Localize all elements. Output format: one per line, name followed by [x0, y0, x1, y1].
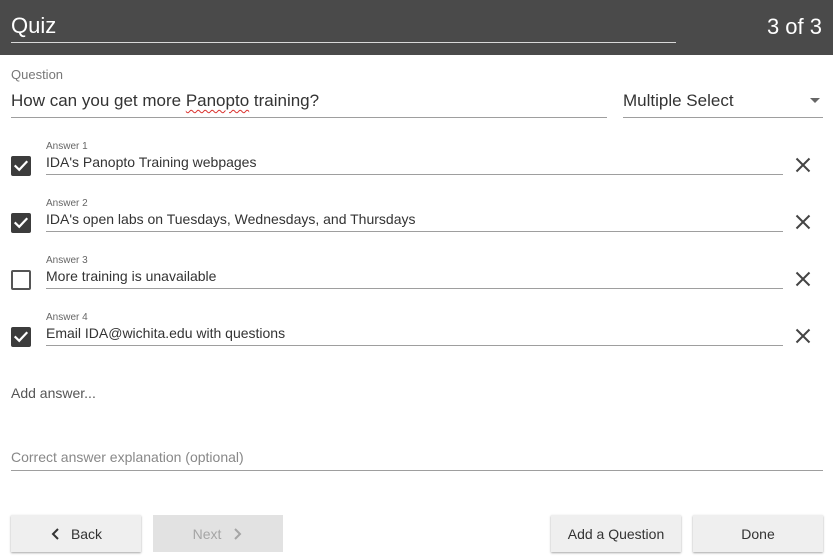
answer-4-checkbox[interactable] [11, 327, 31, 347]
question-type-select[interactable]: Multiple Select [623, 86, 823, 118]
caret-down-icon [810, 98, 820, 103]
answer-4-label: Answer 4 [46, 312, 88, 323]
answer-1-text[interactable]: IDA's Panopto Training webpages [46, 154, 256, 170]
done-button[interactable]: Done [693, 515, 823, 552]
question-label: Question [11, 67, 64, 82]
answer-2-label: Answer 2 [46, 198, 88, 209]
answer-3-text[interactable]: More training is unavailable [46, 268, 216, 284]
answer-2-input[interactable]: IDA's open labs on Tuesdays, Wednesdays,… [46, 209, 783, 232]
explanation-input[interactable]: Correct answer explanation (optional) [11, 446, 823, 471]
close-icon[interactable] [794, 327, 812, 345]
chevron-right-icon [234, 527, 242, 540]
answer-3-label: Answer 3 [46, 255, 88, 266]
answer-row-1: Answer 1 IDA's Panopto Training webpages [0, 141, 833, 198]
question-text[interactable]: How can you get more Panopto training? [11, 91, 319, 111]
answer-row-2: Answer 2 IDA's open labs on Tuesdays, We… [0, 198, 833, 255]
back-button[interactable]: Back [11, 515, 141, 552]
answer-3-checkbox[interactable] [11, 270, 31, 290]
question-counter: 3 of 3 [766, 14, 822, 39]
check-icon [14, 160, 28, 172]
add-question-button-label: Add a Question [567, 525, 665, 542]
answer-1-label: Answer 1 [46, 141, 88, 152]
quiz-header: Quiz 3 of 3 [0, 0, 833, 55]
next-button[interactable]: Next [153, 515, 283, 552]
quiz-title-field[interactable]: Quiz [11, 9, 676, 43]
close-icon[interactable] [794, 270, 812, 288]
done-button-label: Done [741, 525, 775, 542]
answer-row-3: Answer 3 More training is unavailable [0, 255, 833, 312]
misspelled-word: Panopto [185, 91, 250, 110]
add-answer-link[interactable]: Add answer... [11, 385, 96, 401]
answer-2-text[interactable]: IDA's open labs on Tuesdays, Wednesdays,… [46, 211, 415, 227]
answer-row-4: Answer 4 Email IDA@wichita.edu with ques… [0, 312, 833, 369]
back-button-label: Back [70, 525, 103, 542]
chevron-left-icon [51, 527, 59, 540]
answer-4-text[interactable]: Email IDA@wichita.edu with questions [46, 325, 285, 341]
question-type-value: Multiple Select [623, 91, 734, 110]
question-input[interactable]: How can you get more Panopto training? [11, 86, 607, 118]
check-icon [14, 217, 28, 229]
add-question-button[interactable]: Add a Question [551, 515, 681, 552]
answer-1-input[interactable]: IDA's Panopto Training webpages [46, 152, 783, 175]
next-button-label: Next [192, 525, 222, 542]
answer-1-checkbox[interactable] [11, 156, 31, 176]
close-icon[interactable] [794, 213, 812, 231]
check-icon [14, 331, 28, 343]
answer-2-checkbox[interactable] [11, 213, 31, 233]
answer-4-input[interactable]: Email IDA@wichita.edu with questions [46, 323, 783, 346]
answer-3-input[interactable]: More training is unavailable [46, 266, 783, 289]
quiz-title[interactable]: Quiz [11, 13, 56, 39]
close-icon[interactable] [794, 156, 812, 174]
explanation-placeholder: Correct answer explanation (optional) [11, 449, 244, 465]
